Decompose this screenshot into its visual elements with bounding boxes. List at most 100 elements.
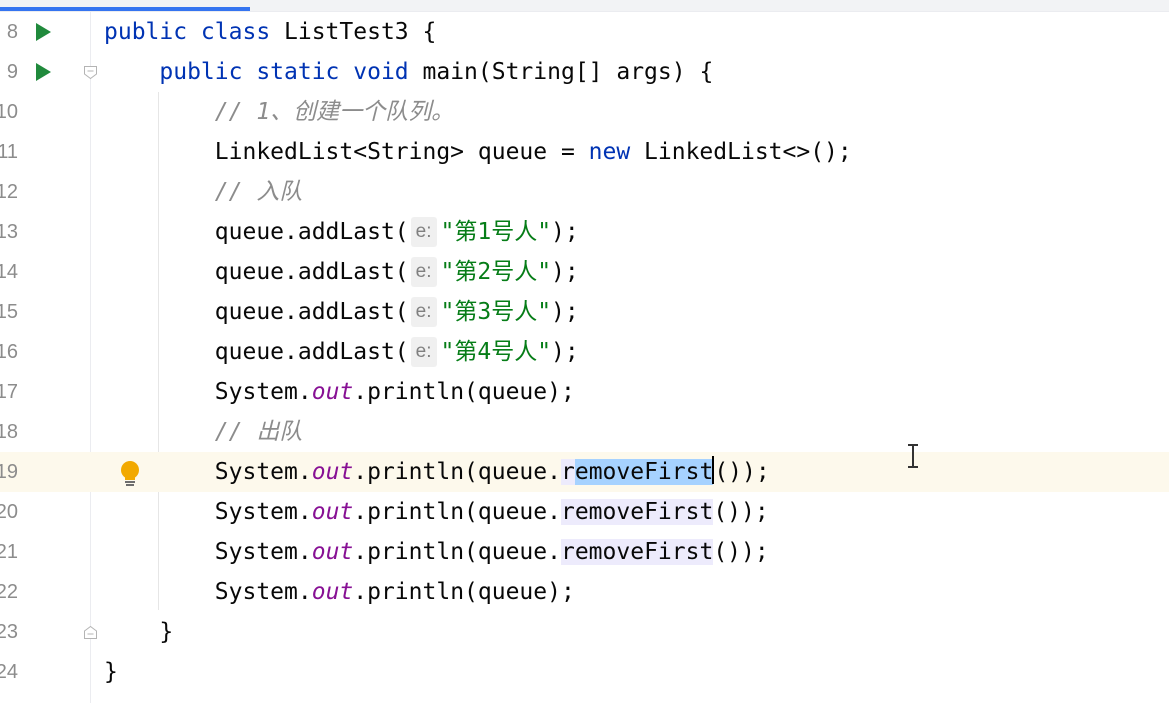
code-token: .println(queue. — [353, 499, 561, 525]
code-text[interactable]: } — [104, 612, 173, 652]
code-text[interactable]: System.out.println(queue); — [104, 572, 575, 612]
code-token: ); — [551, 339, 579, 365]
code-token: queue.addLast( — [104, 299, 409, 325]
code-text[interactable]: System.out.println(queue.removeFirst()); — [104, 452, 770, 492]
string-literal: "第1号人" — [440, 219, 552, 245]
code-comment: // 出队 — [214, 419, 303, 445]
code-line[interactable]: 14 queue.addLast(e: "第2号人"); — [0, 252, 1169, 292]
code-token: .println(queue); — [353, 379, 575, 405]
code-editor[interactable]: 8 public class ListTest3 {9 public static… — [0, 0, 1169, 703]
code-token: System. — [104, 539, 312, 565]
parameter-hint: e: — [410, 257, 437, 287]
string-literal: "第4号人" — [440, 339, 552, 365]
line-number[interactable]: 10 — [0, 92, 18, 132]
code-line[interactable]: 22 System.out.println(queue); — [0, 572, 1169, 612]
code-line[interactable]: 8 public class ListTest3 { — [0, 12, 1169, 52]
code-token: System. — [104, 579, 312, 605]
code-text[interactable]: System.out.println(queue.removeFirst()); — [104, 532, 769, 572]
code-token: ); — [551, 259, 579, 285]
code-line[interactable]: 13 queue.addLast(e: "第1号人"); — [0, 212, 1169, 252]
code-line[interactable]: 15 queue.addLast(e: "第3号人"); — [0, 292, 1169, 332]
code-comment: // 1、创建一个队列。 — [214, 99, 455, 125]
code-text[interactable]: System.out.println(queue); — [104, 372, 575, 412]
code-token: ()); — [713, 499, 769, 525]
code-token: out — [311, 499, 354, 525]
keyword: new — [588, 139, 645, 165]
line-number[interactable]: 18 — [0, 412, 18, 452]
line-number[interactable]: 12 — [0, 172, 18, 212]
code-token: System. — [104, 459, 312, 485]
line-number[interactable]: 13 — [0, 212, 18, 252]
code-text[interactable]: System.out.println(queue.removeFirst()); — [104, 492, 769, 532]
code-token: .println(queue); — [353, 579, 575, 605]
code-token: .println(queue. — [353, 539, 561, 565]
line-number[interactable]: 15 — [0, 292, 18, 332]
code-text[interactable]: public static void main(String[] args) { — [104, 52, 713, 92]
code-token: ()); — [713, 539, 769, 565]
usage-highlight: removeFirst — [560, 499, 714, 525]
code-text[interactable]: queue.addLast(e: "第3号人"); — [104, 292, 579, 332]
code-token: ); — [551, 219, 579, 245]
code-text[interactable]: // 1、创建一个队列。 — [104, 92, 454, 132]
code-text[interactable]: queue.addLast(e: "第4号人"); — [104, 332, 579, 372]
line-number[interactable]: 24 — [0, 652, 18, 692]
code-token: queue.addLast( — [104, 339, 409, 365]
code-token: out — [311, 459, 354, 485]
code-text[interactable]: queue.addLast(e: "第2号人"); — [104, 252, 579, 292]
code-line[interactable]: 21 System.out.println(queue.removeFirst(… — [0, 532, 1169, 572]
line-number[interactable]: 21 — [0, 532, 18, 572]
code-line[interactable]: 19 System.out.println(queue.removeFirst(… — [0, 452, 1169, 492]
code-line[interactable]: 10 // 1、创建一个队列。 — [0, 92, 1169, 132]
fold-icon[interactable] — [83, 625, 98, 640]
code-token: main(String[] args) { — [422, 59, 714, 85]
code-line[interactable]: 24} — [0, 652, 1169, 692]
code-text[interactable]: LinkedList<String> queue = new LinkedLis… — [104, 132, 852, 172]
line-number[interactable]: 14 — [0, 252, 18, 292]
line-number[interactable]: 11 — [0, 132, 18, 172]
code-text[interactable]: public class ListTest3 { — [104, 12, 436, 52]
run-icon[interactable] — [36, 63, 51, 81]
fold-icon[interactable] — [83, 65, 98, 80]
code-line[interactable]: 17 System.out.println(queue); — [0, 372, 1169, 412]
parameter-hint: e: — [410, 297, 437, 327]
active-tab-indicator — [0, 7, 250, 11]
code-text[interactable]: queue.addLast(e: "第1号人"); — [104, 212, 579, 252]
selected-text: emoveFirst — [574, 459, 714, 485]
code-text[interactable]: // 入队 — [104, 172, 303, 212]
run-icon[interactable] — [36, 23, 51, 41]
code-token: System. — [104, 499, 312, 525]
code-comment: // 入队 — [214, 179, 303, 205]
code-line[interactable]: 12 // 入队 — [0, 172, 1169, 212]
line-number[interactable]: 8 — [0, 12, 18, 52]
code-line[interactable]: 9 public static void main(String[] args)… — [0, 52, 1169, 92]
line-number[interactable]: 23 — [0, 612, 18, 652]
code-token: queue.addLast( — [104, 219, 409, 245]
code-token: .println(queue. — [353, 459, 561, 485]
line-number[interactable]: 17 — [0, 372, 18, 412]
code-token: LinkedList<String> queue = — [104, 139, 589, 165]
line-number[interactable]: 19 — [0, 452, 18, 492]
code-token: ListTest3 { — [284, 19, 437, 45]
code-line[interactable]: 11 LinkedList<String> queue = new Linked… — [0, 132, 1169, 172]
code-text[interactable]: // 出队 — [104, 412, 303, 452]
line-number[interactable]: 20 — [0, 492, 18, 532]
string-literal: "第2号人" — [440, 259, 552, 285]
line-number[interactable]: 9 — [0, 52, 18, 92]
code-token: queue.addLast( — [104, 259, 409, 285]
line-number[interactable]: 16 — [0, 332, 18, 372]
code-text[interactable]: } — [104, 652, 118, 692]
code-line[interactable]: 16 queue.addLast(e: "第4号人"); — [0, 332, 1169, 372]
code-line[interactable]: 23 } — [0, 612, 1169, 652]
line-number[interactable]: 22 — [0, 572, 18, 612]
code-line[interactable]: 20 System.out.println(queue.removeFirst(… — [0, 492, 1169, 532]
usage-highlight: removeFirst — [560, 539, 714, 565]
code-token: out — [311, 579, 354, 605]
code-line[interactable]: 18 // 出队 — [0, 412, 1169, 452]
editor-tab-strip — [0, 0, 1169, 12]
code-token: ); — [551, 299, 579, 325]
code-token: } — [104, 619, 174, 645]
